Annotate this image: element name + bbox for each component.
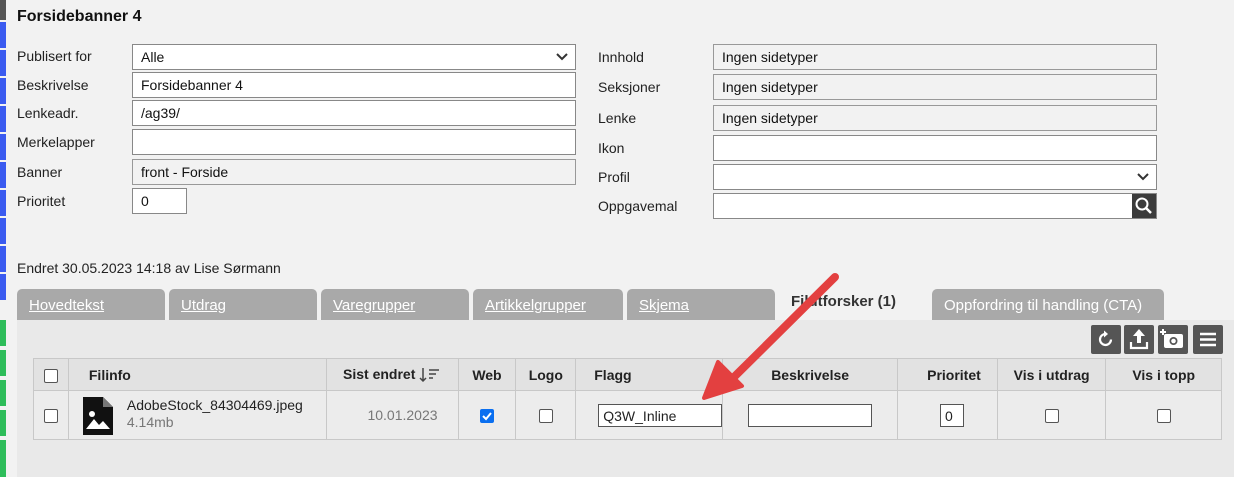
tab-filutforsker[interactable]: Filutforsker (1) [779, 284, 928, 320]
tab-hovedtekst[interactable]: Hovedtekst [17, 289, 165, 320]
ikon-label: Ikon [598, 140, 625, 156]
left-status-strip [0, 0, 7, 477]
tab-label: Artikkelgrupper [485, 297, 586, 314]
page-title: Forsidebanner 4 [17, 8, 142, 25]
tab-label: Oppfordring til handling (CTA) [944, 297, 1143, 314]
tab-label: Hovedtekst [29, 297, 105, 314]
banner-field: front - Forside [132, 159, 576, 185]
beskrivelse-label: Beskrivelse [17, 77, 89, 93]
table-row: AdobeStock_84304469.jpeg 4.14mb 10.01.20… [33, 390, 1222, 440]
sort-icon [419, 368, 440, 383]
publisert-select[interactable]: Alle [132, 44, 576, 70]
vis-topp-checkbox[interactable] [1156, 409, 1171, 424]
merkelapper-label: Merkelapper [17, 134, 95, 150]
file-info-cell: AdobeStock_84304469.jpeg 4.14mb [67, 390, 327, 440]
col-vis-topp[interactable]: Vis i topp [1105, 358, 1222, 391]
row-select-cell [33, 390, 69, 440]
lenke-label: Lenke [598, 110, 637, 126]
chevron-down-icon [556, 53, 568, 61]
lenke-field: Ingen sidetyper [713, 105, 1157, 131]
prioritet-input[interactable]: 0 [132, 188, 187, 214]
logo-cell [515, 390, 577, 440]
table-header-row: Filinfo Sist endret Web Logo Flagg Beskr… [33, 358, 1222, 391]
select-all-checkbox[interactable] [43, 368, 58, 383]
search-button[interactable] [1132, 194, 1156, 218]
refresh-button[interactable] [1091, 325, 1121, 354]
innhold-label: Innhold [598, 49, 644, 65]
col-web[interactable]: Web [457, 358, 517, 391]
row-prioritet-input[interactable]: 0 [939, 403, 964, 427]
logo-checkbox[interactable] [538, 409, 553, 424]
col-sist-endret[interactable]: Sist endret [325, 358, 459, 391]
chevron-down-icon [1137, 173, 1149, 181]
upload-icon [1129, 329, 1149, 350]
vis-topp-cell [1105, 390, 1222, 440]
beskrivelse-input[interactable]: Forsidebanner 4 [132, 72, 576, 98]
oppgavemal-input[interactable] [713, 193, 1157, 219]
profil-label: Profil [598, 169, 630, 185]
file-name[interactable]: AdobeStock_84304469.jpeg [127, 397, 303, 413]
row-beskrivelse-input[interactable] [748, 403, 873, 427]
checkmark-icon [482, 412, 492, 421]
tab-label: Utdrag [181, 297, 227, 314]
tab-cta[interactable]: Oppfordring til handling (CTA) [932, 289, 1164, 320]
col-beskrivelse[interactable]: Beskrivelse [722, 358, 898, 391]
file-size: 4.14mb [126, 414, 174, 430]
flagg-cell: Q3W_Inline [575, 390, 724, 440]
merkelapper-input[interactable] [132, 129, 576, 155]
tab-label: Filutforsker (1) [791, 293, 897, 310]
publisert-label: Publisert for [17, 48, 92, 64]
lenkeadr-input[interactable]: /ag39/ [132, 100, 576, 126]
file-table: Filinfo Sist endret Web Logo Flagg Beskr… [33, 358, 1222, 440]
upload-button[interactable] [1124, 325, 1154, 354]
seksjoner-field: Ingen sidetyper [713, 74, 1157, 100]
changed-info: Endret 30.05.2023 14:18 av Lise Sørmann [17, 260, 281, 276]
tab-varegrupper[interactable]: Varegrupper [321, 289, 469, 320]
tab-label: Varegrupper [333, 297, 416, 314]
vis-utdrag-checkbox[interactable] [1044, 409, 1059, 424]
prioritet-label: Prioritet [17, 193, 66, 209]
flagg-input[interactable]: Q3W_Inline [598, 403, 723, 427]
lenkeadr-label: Lenkeadr. [17, 105, 79, 121]
col-filinfo[interactable]: Filinfo [67, 358, 327, 391]
tab-skjema[interactable]: Skjema [627, 289, 775, 320]
publisert-value: Alle [141, 49, 165, 65]
innhold-field: Ingen sidetyper [713, 44, 1157, 70]
prioritet-cell: 0 [896, 390, 998, 440]
col-prioritet[interactable]: Prioritet [896, 358, 998, 391]
refresh-icon [1098, 330, 1113, 347]
add-photo-button[interactable] [1158, 325, 1188, 354]
row-checkbox[interactable] [43, 409, 58, 424]
web-cell [457, 390, 517, 440]
col-logo[interactable]: Logo [515, 358, 577, 391]
col-vis-utdrag[interactable]: Vis i utdrag [996, 358, 1107, 391]
camera-icon [1160, 329, 1183, 348]
menu-button[interactable] [1193, 325, 1223, 354]
search-icon [1135, 197, 1152, 214]
hamburger-icon [1200, 332, 1216, 347]
banner-label: Banner [17, 164, 63, 180]
tab-utdrag[interactable]: Utdrag [169, 289, 317, 320]
image-file-icon [82, 397, 113, 435]
file-date: 10.01.2023 [325, 390, 459, 440]
beskrivelse-cell [722, 390, 898, 440]
seksjoner-label: Seksjoner [598, 79, 661, 95]
ikon-input[interactable] [713, 135, 1157, 161]
sist-endret-label: Sist endret [343, 365, 416, 382]
tab-artikkelgrupper[interactable]: Artikkelgrupper [473, 289, 623, 320]
web-checkbox[interactable] [479, 409, 494, 424]
select-all-cell [33, 358, 69, 391]
profil-select[interactable] [713, 164, 1157, 190]
tab-label: Skjema [639, 297, 690, 314]
col-flagg[interactable]: Flagg [575, 358, 724, 391]
vis-utdrag-cell [996, 390, 1107, 440]
oppgavemal-label: Oppgavemal [598, 198, 678, 214]
